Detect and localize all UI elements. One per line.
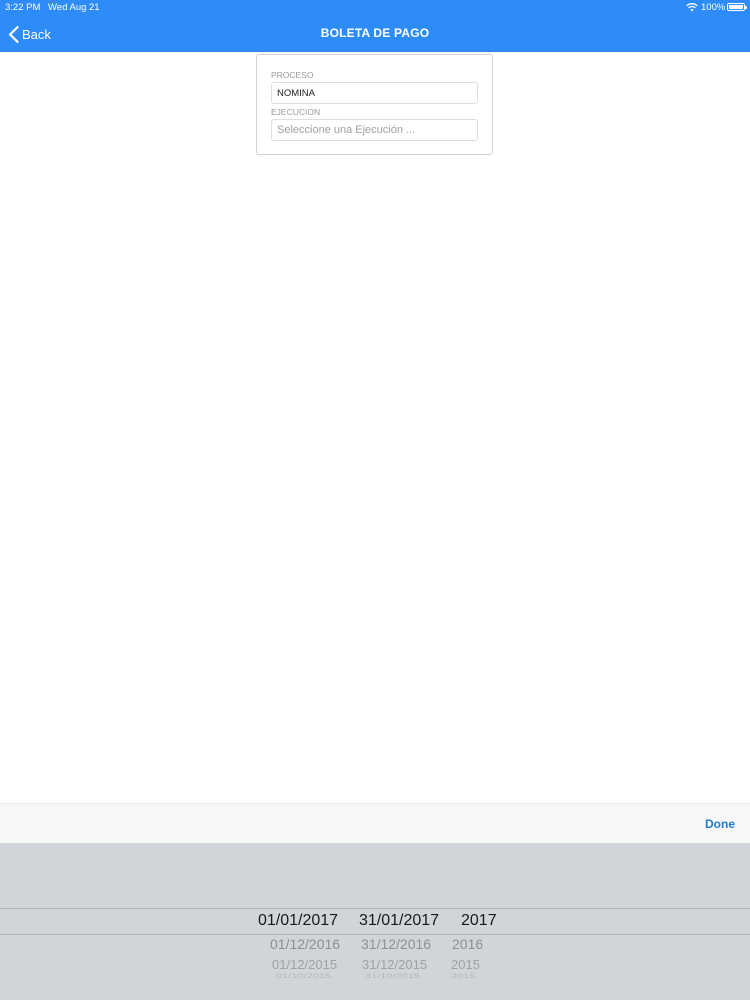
status-date: Wed Aug 21 <box>48 2 100 13</box>
picker-option-selected[interactable]: 31/01/2017 <box>359 912 439 930</box>
payslip-form-card: PROCESO NOMINA EJECUCION Seleccione una … <box>256 54 493 155</box>
done-button[interactable]: Done <box>705 817 735 831</box>
picker-option-selected[interactable]: 01/01/2017 <box>258 912 338 930</box>
picker-option[interactable]: 2015 <box>451 957 480 972</box>
picker-option[interactable]: 2016 <box>452 936 483 952</box>
ejecucion-label: EJECUCION <box>271 107 321 117</box>
picker-option-selected[interactable]: 2017 <box>461 912 497 930</box>
status-time: 3:22 PM <box>5 2 41 13</box>
execution-picker[interactable]: 01/01/2017 01/12/2016 01/12/2015 01/10/2… <box>0 843 750 1000</box>
page-title: BOLETA DE PAGO <box>320 26 430 40</box>
battery-icon <box>727 3 747 11</box>
ejecucion-field[interactable]: Seleccione una Ejecución ... <box>271 119 478 141</box>
picker-option[interactable]: 01/12/2016 <box>270 936 340 952</box>
battery-percentage: 100% <box>701 2 726 13</box>
picker-option[interactable]: 01/10/2015 <box>276 973 331 980</box>
picker-option[interactable]: 2015 <box>451 973 475 980</box>
picker-option[interactable]: 31/12/2015 <box>362 957 427 972</box>
wifi-icon <box>686 3 698 12</box>
navigation-bar: Back BOLETA DE PAGO <box>0 16 750 52</box>
proceso-label: PROCESO <box>271 70 314 80</box>
picker-option[interactable]: 31/12/2016 <box>361 936 431 952</box>
proceso-field[interactable]: NOMINA <box>271 82 478 104</box>
picker-option[interactable]: 01/12/2015 <box>272 957 337 972</box>
picker-option[interactable]: 31/10/2015 <box>365 973 420 980</box>
picker-toolbar: Done <box>0 803 750 843</box>
status-bar: 3:22 PM Wed Aug 21 100% <box>0 0 750 16</box>
